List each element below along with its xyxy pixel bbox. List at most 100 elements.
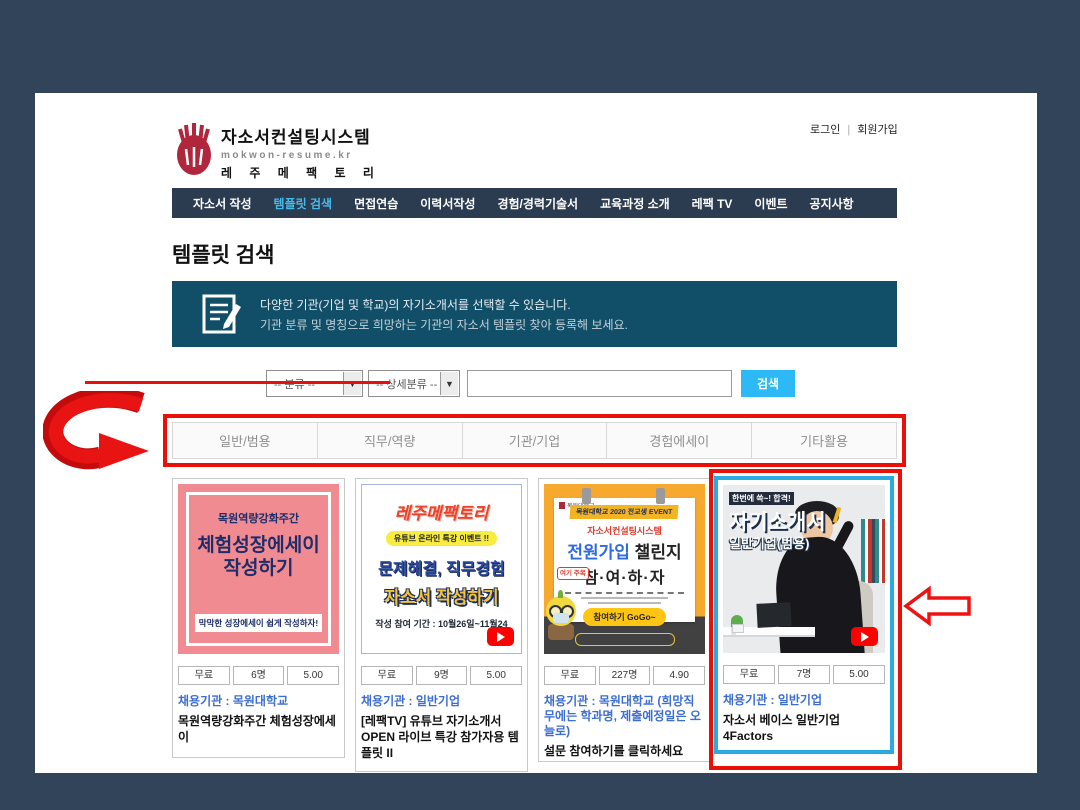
thumb3-line2-dark: 챌린지: [630, 543, 682, 562]
clip-icon: [656, 488, 665, 504]
nav-item-repack-tv[interactable]: 레팩 TV: [681, 195, 744, 212]
banner-text: 다양한 기관(기업 및 학교)의 자기소개서를 선택할 수 있습니다. 기관 분…: [260, 295, 628, 335]
subcategory-select[interactable]: -- 상세분류 -- ▼: [368, 370, 460, 397]
applicant-count-badge: 7명: [778, 665, 830, 684]
badge-row: 무료 227명 4.90: [544, 666, 705, 685]
signup-link[interactable]: 회원가입: [857, 124, 897, 136]
logo-domain: mokwon-resume.kr: [221, 150, 381, 161]
tab-job-competency[interactable]: 직무/역량: [318, 423, 463, 458]
chevron-down-icon: ▼: [343, 372, 361, 395]
badge-row: 무료 9명 5.00: [361, 666, 522, 685]
mascot-character: [546, 596, 576, 640]
login-link[interactable]: 로그인: [810, 124, 840, 136]
rating-badge: 5.00: [287, 666, 339, 685]
logo-block[interactable]: 자소서컨설팅시스템 mokwon-resume.kr 레 주 메 팩 토 리: [221, 123, 381, 181]
thumb1-main-line2: 작성하기: [178, 557, 339, 580]
thumb3-footer-pill: [575, 633, 675, 646]
template-card-4-highlighted[interactable]: 한번에 쓱~! 합격! 자기소개서 일반기업(범용) 무료 7명 5.00 채용…: [714, 476, 894, 754]
template-thumbnail-4: 한번에 쓱~! 합격! 자기소개서 일반기업(범용): [723, 485, 885, 653]
template-thumbnail-2: 레주메팩토리 유튜브 온라인 특강 이벤트 !! 문제해결, 직무경험 자소서 …: [361, 484, 522, 654]
thumb3-line2-blue: 전원가입: [567, 543, 630, 562]
dashed-divider: [565, 592, 683, 594]
logo-icon: [172, 123, 216, 177]
template-title[interactable]: [레팩TV] 유튜브 자기소개서 OPEN 라이브 특강 참가자용 템플릿 II: [361, 713, 522, 761]
applicant-count-badge: 9명: [416, 666, 468, 685]
info-banner: 다양한 기관(기업 및 학교)의 자기소개서를 선택할 수 있습니다. 기관 분…: [172, 281, 897, 347]
thumb2-event-pill: 유튜브 온라인 특강 이벤트 !!: [386, 531, 497, 546]
price-badge: 무료: [178, 666, 230, 685]
thumb4-sub-text: 일반기업(범용): [729, 533, 809, 552]
tab-other-use[interactable]: 기타활용: [752, 423, 896, 458]
thumb1-main-text: 체험성장에세이 작성하기: [178, 534, 339, 580]
youtube-play-icon: [487, 627, 514, 646]
thumb3-cta-pill: 참여하기 GoGo~: [583, 608, 665, 626]
template-thumbnail-1: 목원역량강화주간 체험성장에세이 작성하기 막막한 성장에세이 쉽게 작성하자!: [178, 484, 339, 654]
tab-experience-essay[interactable]: 경험에세이: [607, 423, 752, 458]
recruiting-org: 채용기관 : 일반기업: [361, 694, 522, 709]
logo-title: 자소서컨설팅시스템: [221, 123, 381, 148]
banner-line-1: 다양한 기관(기업 및 학교)의 자기소개서를 선택할 수 있습니다.: [260, 295, 628, 315]
template-thumbnail-3: 목원대학교 목원대학교 2020 전교생 EVENT 자소서컨설팅시스템 전원가…: [544, 484, 705, 654]
banner-line-2: 기관 분류 및 명칭으로 희망하는 기관의 자소서 템플릿 찾아 등록해 보세요…: [260, 315, 628, 335]
logo-subtitle: 레 주 메 팩 토 리: [221, 164, 381, 181]
category-select[interactable]: -- 분류 -- ▼: [266, 370, 363, 397]
bookshelf-graphic: [861, 519, 885, 583]
fine-print-line: [588, 602, 661, 604]
template-title[interactable]: 설문 참여하기를 클릭하세요: [544, 743, 705, 759]
tab-general[interactable]: 일반/범용: [173, 423, 318, 458]
nav-item-cv-write[interactable]: 이력서작성: [409, 195, 486, 212]
template-card-1[interactable]: 목원역량강화주간 체험성장에세이 작성하기 막막한 성장에세이 쉽게 작성하자!…: [172, 478, 345, 758]
nav-item-interview-practice[interactable]: 면접연습: [343, 195, 409, 212]
laptop-graphic: [756, 602, 791, 628]
nav-item-resume-write[interactable]: 자소서 작성: [182, 195, 263, 212]
thumb2-brand: 레주메팩토리: [362, 499, 521, 524]
plant-pot-graphic: [732, 624, 744, 633]
nav-item-curriculum[interactable]: 교육과정 소개: [589, 195, 681, 212]
auth-divider: |: [847, 124, 850, 136]
clip-icon: [582, 488, 591, 504]
compose-icon: [202, 294, 242, 334]
main-navbar: 자소서 작성 템플릿 검색 면접연습 이력서작성 경험/경력기술서 교육과정 소…: [172, 188, 897, 218]
content-panel: 자소서컨설팅시스템 mokwon-resume.kr 레 주 메 팩 토 리 로…: [35, 93, 1037, 773]
template-title[interactable]: 목원역량강화주간 체험성장에세이: [178, 713, 339, 745]
thumb2-line1: 문제해결, 직무경험: [362, 555, 521, 579]
annotation-arrow-icon: [903, 585, 973, 627]
thumb3-line2: 전원가입 챌린지: [554, 538, 695, 563]
fine-print-line: [581, 597, 668, 599]
thumb2-line2: 자소서 작성하기: [362, 583, 521, 608]
thumb4-tagline: 한번에 쓱~! 합격!: [729, 492, 794, 505]
nav-item-experience[interactable]: 경험/경력기술서: [486, 195, 589, 212]
youtube-play-icon: [851, 627, 878, 646]
price-badge: 무료: [723, 665, 775, 684]
thumb1-top-text: 목원역량강화주간: [178, 510, 339, 526]
rating-badge: 5.00: [470, 666, 522, 685]
template-card-3[interactable]: 목원대학교 목원대학교 2020 전교생 EVENT 자소서컨설팅시스템 전원가…: [538, 478, 711, 762]
subcategory-select-value: -- 상세분류 --: [376, 376, 437, 392]
search-input[interactable]: [467, 370, 732, 397]
page-background: 자소서컨설팅시스템 mokwon-resume.kr 레 주 메 팩 토 리 로…: [0, 0, 1080, 810]
auth-links: 로그인 | 회원가입: [810, 121, 898, 137]
nav-item-template-search[interactable]: 템플릿 검색: [263, 195, 344, 212]
price-badge: 무료: [361, 666, 413, 685]
thumb1-bottom-text: 막막한 성장에세이 쉽게 작성하자!: [195, 614, 322, 632]
recruiting-org: 채용기관 : 일반기업: [723, 693, 885, 708]
recruiting-org: 채용기관 : 목원대학교 (희망직무에는 학과명, 제출예정일은 오늘로): [544, 694, 705, 739]
thumb4-main-text: 자기소개서: [729, 506, 826, 536]
badge-row: 무료 6명 5.00: [178, 666, 339, 685]
page-title: 템플릿 검색: [172, 239, 274, 269]
thumb1-main-line1: 체험성장에세이: [178, 534, 339, 557]
annotation-curved-arrow-icon: [43, 391, 161, 473]
rating-badge: 4.90: [653, 666, 705, 685]
nav-item-event[interactable]: 이벤트: [743, 195, 798, 212]
rating-badge: 5.00: [833, 665, 885, 684]
univ-mark-icon: [559, 502, 565, 509]
category-select-value: -- 분류 --: [274, 376, 315, 392]
recruiting-org: 채용기관 : 목원대학교: [178, 694, 339, 709]
template-title[interactable]: 자소서 베이스 일반기업 4Factors: [723, 712, 885, 744]
thumb3-line1: 자소서컨설팅시스템: [554, 524, 695, 537]
template-card-2[interactable]: 레주메팩토리 유튜브 온라인 특강 이벤트 !! 문제해결, 직무경험 자소서 …: [355, 478, 528, 772]
tab-organization[interactable]: 기관/기업: [463, 423, 608, 458]
badge-row: 무료 7명 5.00: [723, 665, 885, 684]
nav-item-notice[interactable]: 공지사항: [799, 195, 865, 212]
search-button[interactable]: 검색: [741, 370, 795, 397]
